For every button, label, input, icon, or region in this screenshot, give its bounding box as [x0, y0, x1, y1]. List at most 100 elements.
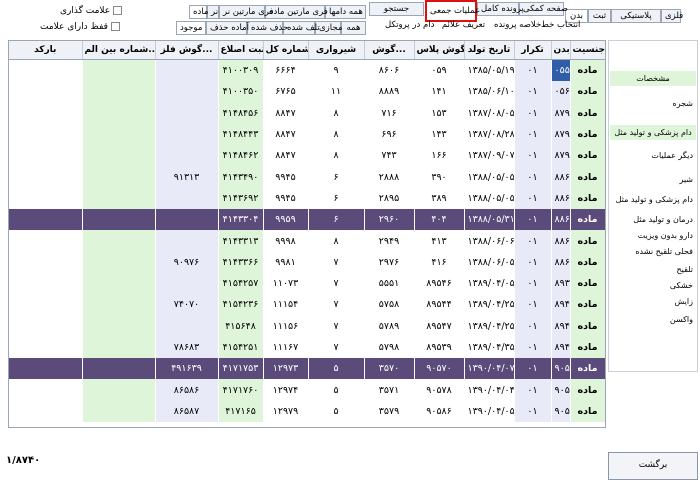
cell-bein[interactable]	[82, 315, 156, 337]
cell-tavalod[interactable]: ۱۳۸۷/۰۹/۰۷	[464, 145, 515, 167]
cell-shir[interactable]: ۷	[308, 336, 365, 359]
menu-item-8[interactable]: فحلی تلقیح نشده	[635, 247, 693, 256]
cell-plas[interactable]: ۱۵۳	[414, 102, 465, 124]
col-repeat[interactable]: تکرار	[514, 41, 552, 60]
cell-tekrar[interactable]: ۰۱	[514, 336, 552, 359]
cell-felez[interactable]	[155, 209, 219, 231]
table-row[interactable]: ۴۱۴۳۳۰۴۹۹۵۹۶۲۹۶۰۴۰۴۱۳۸۸/۰۵/۳۱۰۱۸۸۶۱۹ماده	[9, 209, 605, 231]
cell-goosh[interactable]: ۸۸۸۹	[364, 81, 415, 103]
tab-plastic[interactable]: پلاستیکی	[611, 9, 661, 23]
cell-bein[interactable]	[82, 59, 156, 82]
cell-sabt[interactable]: ۴۱۷۱۷۶۰	[218, 379, 264, 401]
cell-goosh[interactable]: ۳۵۷۱	[364, 379, 415, 401]
tab-metal[interactable]: فلزی	[661, 9, 683, 23]
tab-help-page[interactable]: صفحه کمکی	[519, 2, 568, 16]
cell-felez[interactable]	[155, 145, 219, 167]
cell-badan[interactable]: ۹۰۵۸۶	[551, 400, 571, 423]
cell-tekrar[interactable]: ۰۱	[514, 315, 552, 337]
cell-barcode[interactable]	[9, 294, 83, 316]
cell-bein[interactable]	[82, 400, 156, 423]
cell-tavalod[interactable]: ۱۳۸۷/۰۸/۰۵	[464, 102, 515, 124]
cell-bein[interactable]	[82, 123, 156, 146]
cell-goosh[interactable]: ۲۸۹۵	[364, 187, 415, 210]
cell-felez[interactable]	[155, 81, 219, 103]
cell-bein[interactable]	[82, 81, 156, 103]
cell-tekrar[interactable]: ۰۱	[514, 251, 552, 273]
cell-goosh[interactable]: ۶۹۶	[364, 123, 415, 146]
return-button[interactable]: برگشت	[608, 452, 698, 480]
cell-badan[interactable]: ۸۷۹۱۶	[551, 102, 571, 124]
cell-barcode[interactable]	[9, 272, 83, 295]
cell-shir[interactable]: ۸	[308, 145, 365, 167]
col-birth-date[interactable]: تاریخ تولد	[464, 41, 515, 60]
cell-jens[interactable]: ماده	[570, 379, 605, 401]
cell-shir[interactable]: ۸	[308, 123, 365, 146]
cell-goosh[interactable]: ۲۸۸۸	[364, 166, 415, 188]
cell-badan[interactable]: ۸۸۶۰۳	[551, 187, 571, 210]
cell-kol[interactable]: ۱۱۰۷۳	[263, 272, 309, 295]
table-row[interactable]: ۴۱۴۸۴۶۲۸۸۴۷۸۷۴۳۱۶۶۱۳۸۷/۰۹/۰۷۰۱۸۷۹۳۱ماده	[9, 145, 605, 167]
cell-bein[interactable]	[82, 187, 156, 210]
table-row[interactable]: ۴۹۱۶۳۹ ۴۱۷۱۷۵۳ ۱۲۹۷۳ ۵ ۳۵۷۰ ۹۰۵۷۰ ۱۳۹۰/۰۴/۰۷ ۰۱…	[9, 358, 605, 380]
cell-badan[interactable]: ۸۹۴۵۷	[551, 315, 571, 337]
checkbox-keep-marked[interactable]: قفظ دارای علامت	[40, 22, 120, 32]
cell-tavalod[interactable]: ۱۳۸۸/۰۶/۰۶	[464, 230, 515, 252]
menu-item-0[interactable]: مشخصات	[610, 71, 696, 86]
table-row[interactable]: ۴۱۵۴۲۵۷۱۱۰۷۳۷۵۵۵۱۸۹۵۴۶۱۳۸۹/۰۴/۰۵۰۱۸۹۳۰۶م…	[9, 272, 605, 295]
cell-kol[interactable]: ۸۸۴۷	[263, 123, 309, 146]
cell-shir[interactable]: ۱۱	[308, 81, 365, 103]
filter-existing[interactable]: موجود	[176, 21, 206, 35]
cell-plas[interactable]: ۴۱۳	[414, 230, 465, 252]
cell-barcode[interactable]	[9, 230, 83, 252]
cell-tekrar[interactable]: ۰۱	[514, 358, 552, 380]
cell-jens[interactable]: ماده	[570, 400, 605, 423]
cell-sabt[interactable]: ۴۱۴۳۴۹۰	[218, 166, 264, 188]
cell-plas[interactable]: ۸۹۵۴۶	[414, 272, 465, 295]
cell-tavalod[interactable]: ۱۳۸۸/۰۵/۳۱	[464, 209, 515, 231]
col-barcode[interactable]: بارکد	[9, 41, 83, 60]
cell-barcode[interactable]	[9, 102, 83, 124]
table-row[interactable]: ۷۸۶۸۳ ۴۱۵۴۲۵۱ ۱۱۱۶۷ ۷ ۵۷۹۸ ۸۹۵۳۹ ۱۳۸۹/۰۴/۳۵ ۰۱ ۸…	[9, 336, 605, 359]
cell-jens[interactable]: ماده	[570, 102, 605, 124]
table-row[interactable]: ۴۱۰۰۳۰۹۶۶۶۴۹۸۶۰۶۰۵۹۱۳۸۵/۰۵/۱۹۰۱۰۵۵۷۳ماده	[9, 59, 605, 82]
cell-jens[interactable]: ماده	[570, 272, 605, 295]
cell-badan[interactable]: ۸۷۹۳۱	[551, 145, 571, 167]
cell-plas[interactable]: ۴۰۴	[414, 209, 465, 231]
cell-shir[interactable]: ۷	[308, 294, 365, 316]
cell-badan[interactable]: ۸۷۹۰۶	[551, 123, 571, 146]
cell-barcode[interactable]	[9, 145, 83, 167]
menu-item-6[interactable]: درمان و تولید مثل	[633, 215, 693, 224]
cell-felez[interactable]: ۹۱۳۱۳	[155, 166, 219, 188]
cell-kol[interactable]: ۶۷۶۵	[263, 81, 309, 103]
cell-kol[interactable]: ۱۱۱۵۶	[263, 315, 309, 337]
cell-bein[interactable]	[82, 294, 156, 316]
menu-item-1[interactable]: شجره	[673, 99, 693, 108]
tab-search[interactable]: جستجو	[369, 2, 424, 16]
filter-male[interactable]: نر	[207, 5, 219, 19]
cell-barcode[interactable]	[9, 358, 83, 380]
cell-shir[interactable]: ۶	[308, 187, 365, 210]
cell-jens[interactable]: ماده	[570, 166, 605, 188]
tab-animal-in-protocol[interactable]: دام در پروتکل	[382, 19, 436, 33]
cell-barcode[interactable]	[9, 81, 83, 103]
cell-shir[interactable]: ۸	[308, 230, 365, 252]
cell-kol[interactable]: ۱۲۹۷۴	[263, 379, 309, 401]
table-row[interactable]: ۴۱۴۳۶۹۲۹۹۴۵۶۲۸۹۵۳۸۹۱۳۸۸/۰۵/۰۵۰۱۸۸۶۰۳ماده	[9, 187, 605, 210]
cell-felez[interactable]: ۹۰۹۷۶	[155, 251, 219, 273]
cell-badan[interactable]: ۸۸۶۲۸	[551, 230, 571, 252]
cell-bein[interactable]	[82, 272, 156, 295]
cell-bein[interactable]	[82, 358, 156, 380]
cell-barcode[interactable]	[9, 400, 83, 423]
cell-shir[interactable]: ۸	[308, 102, 365, 124]
tab-define-signs[interactable]: تعریف علائم	[436, 19, 491, 33]
cell-plas[interactable]: ۹۰۵۷۸	[414, 379, 465, 401]
col-ear[interactable]: گوش...	[364, 41, 415, 60]
cell-felez[interactable]	[155, 315, 219, 337]
cell-tekrar[interactable]: ۰۱	[514, 166, 552, 188]
cell-bein[interactable]	[82, 102, 156, 124]
cell-tavalod[interactable]: ۱۳۸۹/۰۴/۰۵	[464, 272, 515, 295]
cell-felez[interactable]	[155, 187, 219, 210]
cell-badan[interactable]: ۸۹۳۰۶	[551, 272, 571, 295]
col-body[interactable]: بدن	[551, 41, 571, 60]
cell-jens[interactable]: ماده	[570, 294, 605, 316]
